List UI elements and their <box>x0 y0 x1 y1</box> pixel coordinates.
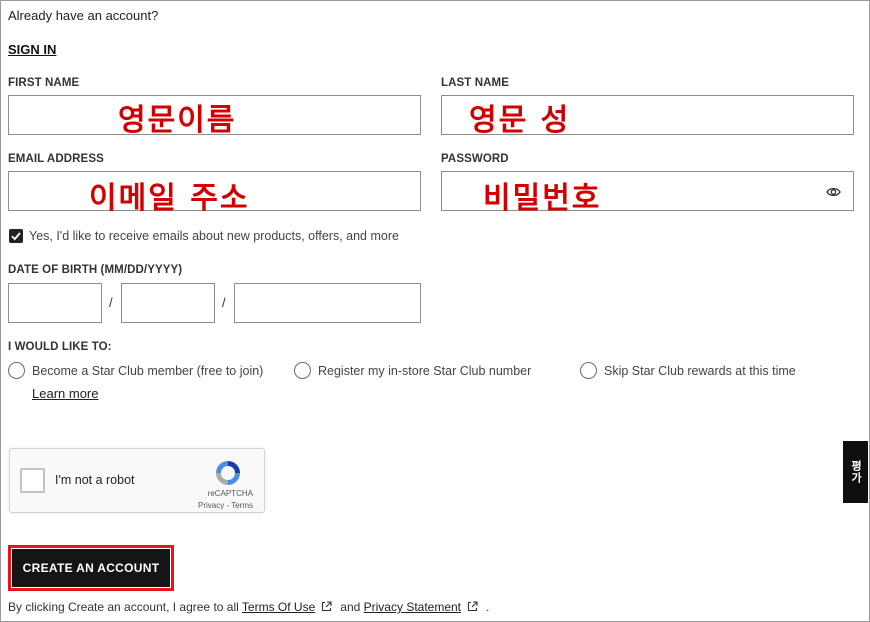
external-link-icon <box>321 601 332 615</box>
dob-separator: / <box>222 295 226 310</box>
newsletter-checkbox[interactable] <box>9 229 23 243</box>
sign-in-link[interactable]: SIGN IN <box>8 42 56 57</box>
dob-day-input[interactable] <box>121 283 215 323</box>
dob-year-input[interactable] <box>234 283 421 323</box>
radio-become-member-label: Become a Star Club member (free to join) <box>32 364 264 378</box>
create-account-button[interactable]: CREATE AN ACCOUNT <box>12 549 170 587</box>
checkmark-icon <box>11 232 21 241</box>
first-name-label: FIRST NAME <box>8 77 80 89</box>
password-annotation: 비밀번호 <box>483 181 602 216</box>
terms-and: and <box>340 600 361 614</box>
password-label: PASSWORD <box>441 153 509 165</box>
recaptcha-logo-icon <box>216 461 240 485</box>
eye-icon[interactable] <box>826 186 841 198</box>
last-name-annotation: 영문 성 <box>469 103 571 138</box>
first-name-annotation: 영문이름 <box>118 103 237 138</box>
dob-label: DATE OF BIRTH (MM/DD/YYYY) <box>8 264 183 276</box>
last-name-label: LAST NAME <box>441 77 509 89</box>
recaptcha-terms-link[interactable]: Terms <box>231 501 253 510</box>
radio-register-number[interactable] <box>294 362 311 379</box>
terms-agreement: By clicking Create an account, I agree t… <box>8 600 489 615</box>
recaptcha-brand: reCAPTCHA <box>207 489 253 498</box>
recaptcha-privacy-link[interactable]: Privacy <box>198 501 224 510</box>
feedback-side-tab[interactable]: 평가 <box>843 441 868 503</box>
dob-separator: / <box>109 295 113 310</box>
email-annotation: 이메일 주소 <box>89 181 250 216</box>
radio-skip-rewards-label: Skip Star Club rewards at this time <box>604 364 796 378</box>
email-label: EMAIL ADDRESS <box>8 153 104 165</box>
terms-of-use-link[interactable]: Terms Of Use <box>242 600 315 614</box>
learn-more-link[interactable]: Learn more <box>32 386 98 401</box>
newsletter-label: Yes, I'd like to receive emails about ne… <box>29 229 399 243</box>
recaptcha-links: Privacy - Terms <box>198 501 253 510</box>
radio-skip-rewards[interactable] <box>580 362 597 379</box>
radio-become-member[interactable] <box>8 362 25 379</box>
recaptcha-label: I'm not a robot <box>55 473 135 487</box>
external-link-icon <box>467 601 478 615</box>
radio-register-number-label: Register my in-store Star Club number <box>318 364 532 378</box>
privacy-statement-link[interactable]: Privacy Statement <box>364 600 461 614</box>
recaptcha-widget: I'm not a robot reCAPTCHA Privacy - Term… <box>9 448 265 513</box>
membership-label: I WOULD LIKE TO: <box>8 341 112 353</box>
terms-prefix: By clicking Create an account, I agree t… <box>8 600 239 614</box>
dob-month-input[interactable] <box>8 283 102 323</box>
recaptcha-checkbox[interactable] <box>20 468 45 493</box>
terms-suffix: . <box>486 600 490 614</box>
existing-account-prompt: Already have an account? <box>8 8 159 23</box>
